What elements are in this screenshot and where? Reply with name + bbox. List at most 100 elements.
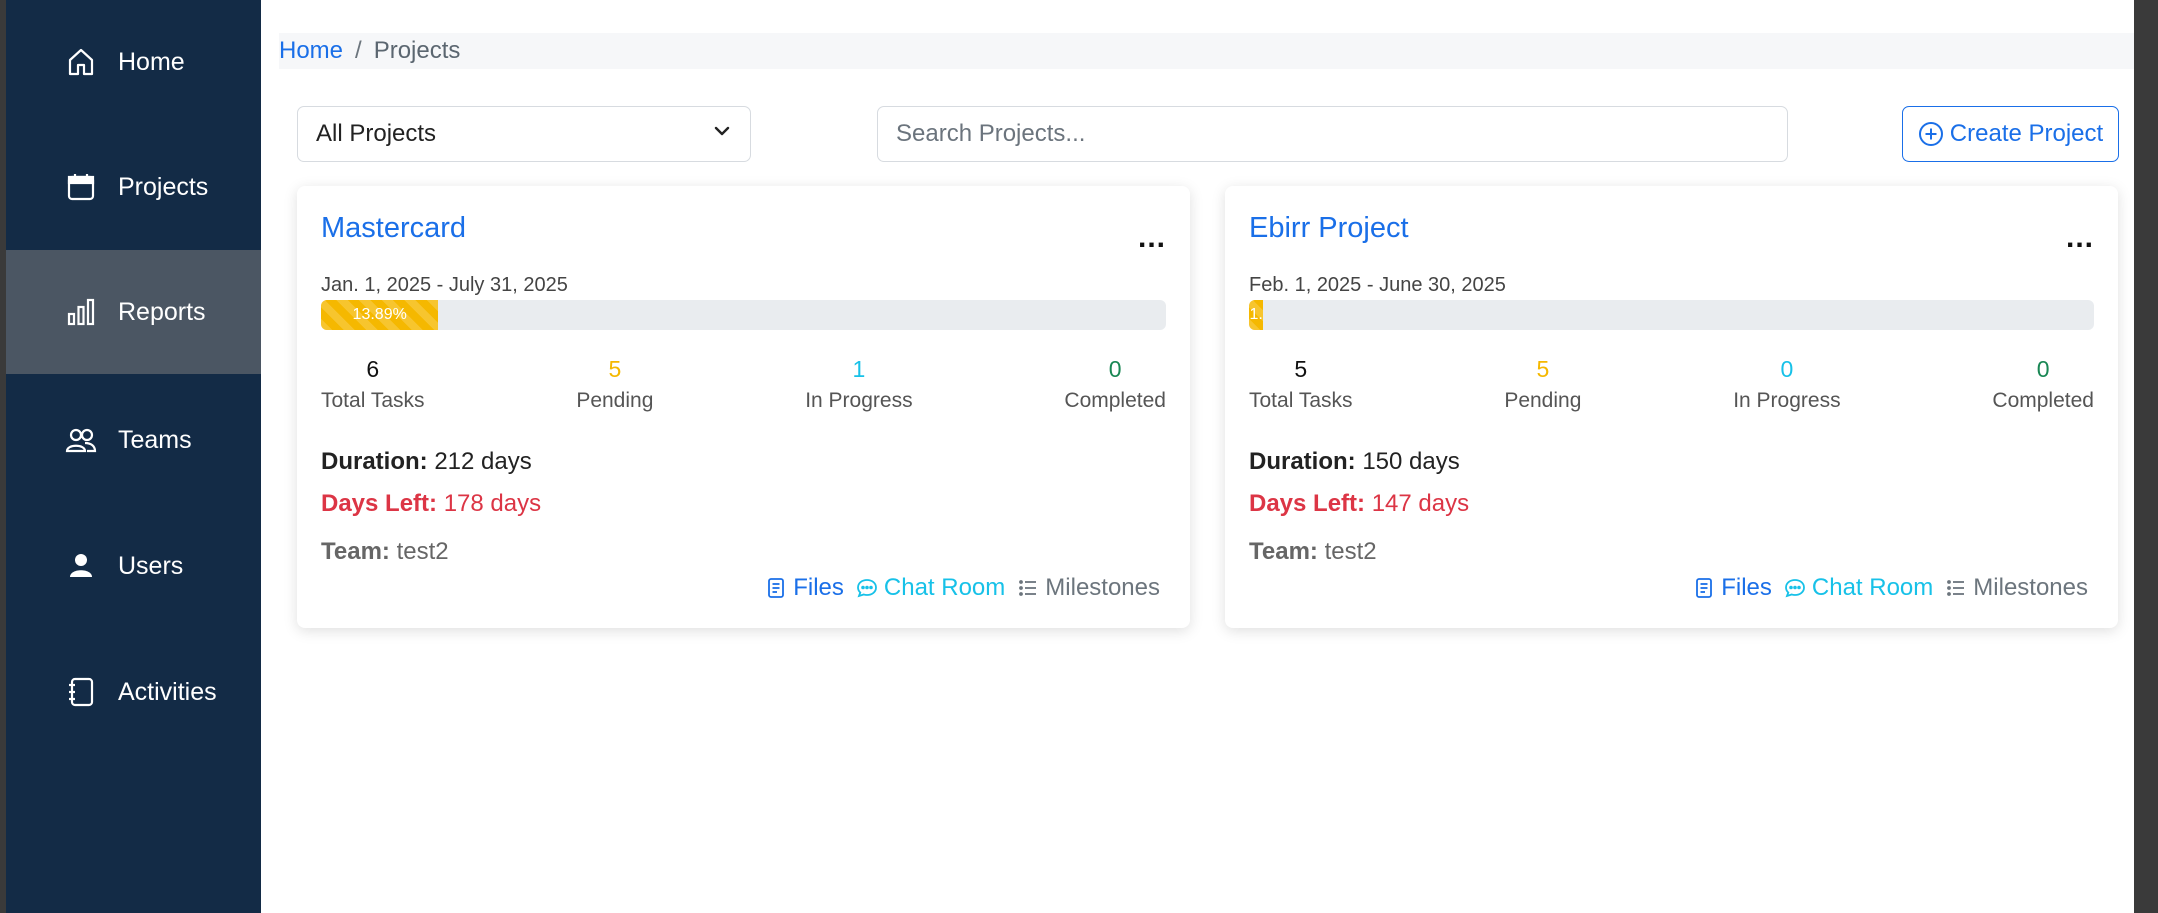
stat-completed-label: Completed — [1064, 389, 1166, 412]
create-project-button[interactable]: Create Project — [1902, 106, 2119, 162]
chat-dots-icon — [856, 577, 884, 599]
progress-bar: 1. — [1249, 300, 2094, 330]
project-dates: Feb. 1, 2025 - June 30, 2025 — [1249, 274, 1506, 296]
stat-completed-value: 0 — [2036, 356, 2050, 382]
file-icon — [765, 577, 793, 599]
sidebar-item-label: Projects — [118, 172, 209, 201]
card-links: Files Chat Room Milestones — [1681, 574, 2088, 602]
chat-room-link-label: Chat Room — [883, 574, 1006, 601]
create-project-label: Create Project — [1949, 120, 2104, 147]
sidebar-item-label: Users — [118, 551, 184, 580]
team-value: test2 — [396, 538, 449, 565]
people-icon — [64, 423, 98, 457]
duration-label: Duration: — [1249, 448, 1356, 475]
duration-value: 150 days — [1362, 448, 1460, 475]
person-icon — [64, 549, 98, 583]
app-window: Home Projects Reports Teams Users Activi… — [6, 0, 2136, 913]
sidebar-item-projects[interactable]: Projects — [6, 125, 261, 249]
team-row: Team: test2 — [321, 538, 449, 566]
stat-in-progress: 0 In Progress — [1733, 356, 1840, 413]
sidebar-item-reports[interactable]: Reports — [6, 250, 261, 374]
journal-icon — [64, 675, 98, 709]
card-links: Files Chat Room Milestones — [753, 574, 1160, 602]
duration-row: Duration: 212 days — [321, 448, 532, 476]
progress-bar: 13.89% — [321, 300, 1166, 330]
stat-completed-value: 0 — [1108, 356, 1122, 382]
stat-in-progress-value: 1 — [852, 356, 866, 382]
file-icon — [1693, 577, 1721, 599]
stat-in-progress: 1 In Progress — [805, 356, 912, 413]
chat-dots-icon — [1784, 577, 1812, 599]
card-menu-button[interactable]: ... — [1138, 223, 1166, 253]
breadcrumb-separator: / — [355, 37, 362, 64]
project-title[interactable]: Ebirr Project — [1249, 212, 1409, 245]
days-left-value: 147 days — [1371, 490, 1470, 517]
task-stats: 5 Total Tasks 5 Pending 0 In Progress 0 … — [1249, 356, 2094, 413]
duration-value: 212 days — [434, 448, 532, 475]
duration-label: Duration: — [321, 448, 428, 475]
stat-completed-label: Completed — [1992, 389, 2094, 412]
sidebar-item-label: Reports — [118, 297, 206, 326]
progress-fill: 13.89% — [321, 300, 439, 330]
stat-pending-value: 5 — [608, 356, 622, 382]
stat-pending: 5 Pending — [1504, 356, 1581, 413]
stat-total-value: 5 — [1294, 356, 1308, 382]
files-link-label: Files — [1721, 574, 1772, 601]
project-filter-value: All Projects — [316, 120, 437, 147]
files-link[interactable]: Files — [1693, 574, 1772, 602]
breadcrumb: Home / Projects — [279, 33, 2136, 69]
days-left-row: Days Left: 178 days — [321, 490, 541, 518]
stat-completed: 0 Completed — [1992, 356, 2094, 413]
task-stats: 6 Total Tasks 5 Pending 1 In Progress 0 … — [321, 356, 1166, 413]
stat-total: 6 Total Tasks — [321, 356, 425, 413]
breadcrumb-home-link[interactable]: Home — [279, 37, 343, 65]
team-label: Team: — [321, 538, 390, 565]
sidebar-item-label: Home — [118, 47, 185, 76]
chat-room-link[interactable]: Chat Room — [1784, 574, 1933, 602]
files-link[interactable]: Files — [765, 574, 844, 602]
team-label: Team: — [1249, 538, 1318, 565]
milestones-link-label: Milestones — [1045, 574, 1160, 601]
chat-room-link-label: Chat Room — [1811, 574, 1934, 601]
team-value: test2 — [1324, 538, 1377, 565]
chevron-down-icon — [712, 120, 732, 148]
sidebar-item-users[interactable]: Users — [6, 504, 261, 628]
stat-in-progress-label: In Progress — [1733, 389, 1841, 412]
stat-total: 5 Total Tasks — [1249, 356, 1353, 413]
project-filter-select[interactable]: All Projects — [297, 106, 751, 162]
milestones-link-label: Milestones — [1973, 574, 2088, 601]
stat-completed: 0 Completed — [1064, 356, 1166, 413]
team-row: Team: test2 — [1249, 538, 1377, 566]
stat-pending-value: 5 — [1536, 356, 1550, 382]
milestones-link[interactable]: Milestones — [1017, 574, 1160, 602]
plus-circle-icon — [1918, 121, 1950, 147]
card-menu-button[interactable]: ... — [2066, 223, 2094, 253]
project-card: Ebirr Project ... Feb. 1, 2025 - June 30… — [1225, 186, 2118, 628]
progress-fill: 1. — [1249, 300, 1264, 330]
sidebar-item-activities[interactable]: Activities — [6, 630, 261, 754]
project-card: Mastercard ... Jan. 1, 2025 - July 31, 2… — [297, 186, 1190, 628]
milestones-link[interactable]: Milestones — [1945, 574, 2088, 602]
breadcrumb-current: Projects — [373, 37, 461, 64]
stat-total-label: Total Tasks — [321, 389, 425, 412]
chat-room-link[interactable]: Chat Room — [856, 574, 1005, 602]
days-left-value: 178 days — [443, 490, 542, 517]
sidebar-item-home[interactable]: Home — [6, 0, 261, 124]
search-projects-input[interactable] — [877, 106, 1788, 162]
project-dates: Jan. 1, 2025 - July 31, 2025 — [321, 274, 568, 296]
days-left-label: Days Left: — [1249, 490, 1366, 517]
calendar-icon — [64, 170, 98, 204]
duration-row: Duration: 150 days — [1249, 448, 1460, 476]
days-left-row: Days Left: 147 days — [1249, 490, 1469, 518]
files-link-label: Files — [793, 574, 844, 601]
days-left-label: Days Left: — [321, 490, 438, 517]
list-icon — [1017, 577, 1045, 599]
window-border — [2134, 0, 2158, 913]
stat-in-progress-label: In Progress — [805, 389, 913, 412]
home-icon — [64, 45, 98, 79]
list-icon — [1945, 577, 1973, 599]
stat-total-value: 6 — [366, 356, 380, 382]
project-title[interactable]: Mastercard — [321, 212, 466, 245]
stat-pending-label: Pending — [576, 389, 654, 412]
sidebar-item-teams[interactable]: Teams — [6, 378, 261, 502]
